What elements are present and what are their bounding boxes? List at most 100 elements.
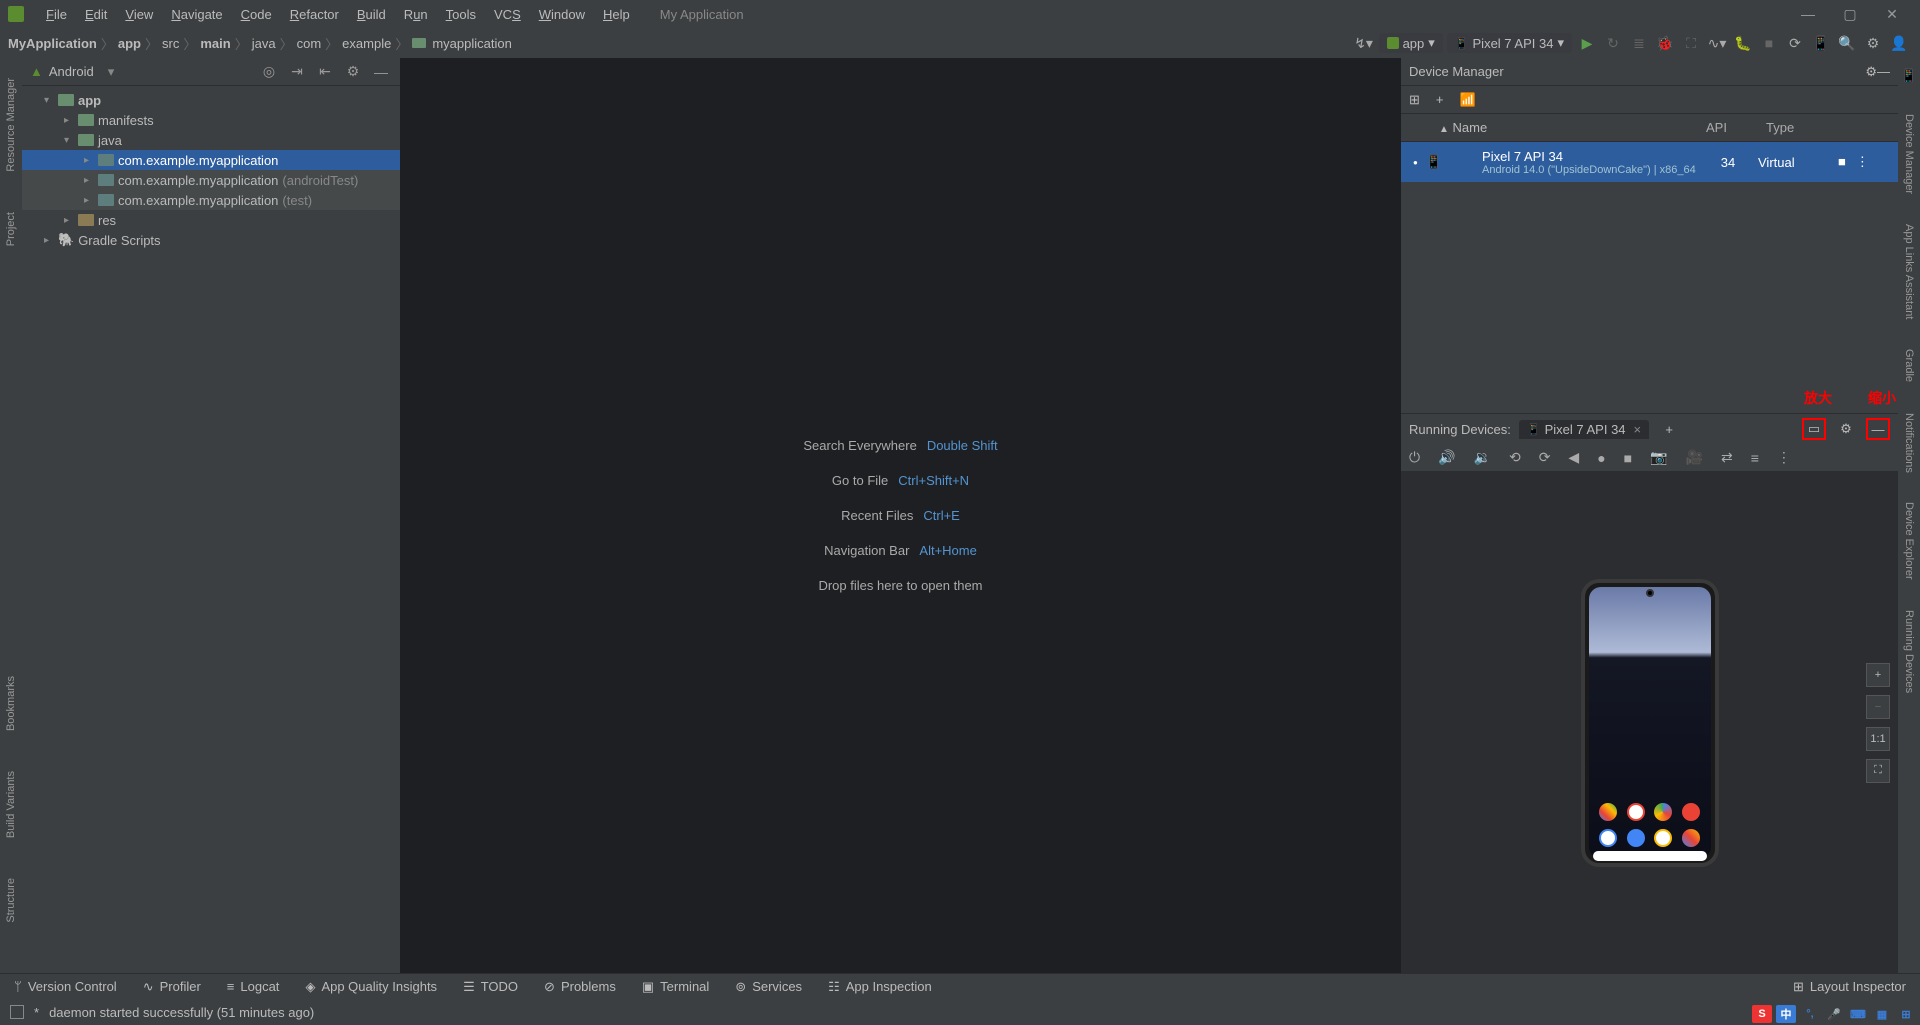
tray-grid-icon[interactable]: ▦ xyxy=(1872,1005,1892,1023)
tool-problems[interactable]: ⊘Problems xyxy=(544,979,616,995)
gutter-gradle[interactable]: Gradle xyxy=(1903,349,1915,382)
record-icon[interactable]: 🎥 xyxy=(1686,449,1703,466)
breadcrumb-item[interactable]: main xyxy=(200,36,230,51)
tray-ime-icon[interactable]: S xyxy=(1752,1005,1772,1023)
profile-icon[interactable]: ∿▾ xyxy=(1704,30,1730,56)
run-config-device[interactable]: 📱 Pixel 7 API 34 ▾ xyxy=(1447,33,1572,53)
menu-run[interactable]: Run xyxy=(396,5,436,24)
col-api[interactable]: API xyxy=(1698,120,1758,135)
tool-layout-inspector[interactable]: ⊞Layout Inspector xyxy=(1793,979,1906,995)
search-icon[interactable]: 🔍 xyxy=(1834,30,1860,56)
app-icon[interactable] xyxy=(1654,829,1672,847)
stop-device-icon[interactable]: ■ xyxy=(1838,154,1846,170)
gutter-icon[interactable]: 📱 xyxy=(1901,68,1917,84)
locate-icon[interactable]: ◎ xyxy=(258,63,280,80)
gutter-bookmarks[interactable]: Bookmarks xyxy=(5,676,17,731)
tree-app[interactable]: ▾app xyxy=(22,90,400,110)
hide-panel-icon[interactable]: — xyxy=(1877,64,1890,79)
gutter-device-explorer[interactable]: Device Explorer xyxy=(1903,502,1915,580)
hide-panel-icon[interactable]: — xyxy=(370,64,392,80)
tree-gradle[interactable]: ▸🐘Gradle Scripts xyxy=(22,230,400,250)
tray-lang-icon[interactable]: 中 xyxy=(1776,1005,1796,1023)
breadcrumb-item[interactable]: com xyxy=(297,36,322,51)
stop-icon[interactable]: ■ xyxy=(1756,30,1782,56)
gutter-structure[interactable]: Structure xyxy=(5,878,17,923)
device-row[interactable]: ● 📱 Pixel 7 API 34 Android 14.0 ("Upside… xyxy=(1401,142,1898,182)
settings-icon[interactable]: ⚙ xyxy=(1860,30,1886,56)
collapse-icon[interactable]: ⇥ xyxy=(286,63,308,80)
home-icon[interactable]: ● xyxy=(1597,450,1605,466)
tray-menu-icon[interactable]: ⊞ xyxy=(1896,1005,1916,1023)
tool-app-quality[interactable]: ◈App Quality Insights xyxy=(305,979,437,995)
tray-keyboard-icon[interactable]: ⌨ xyxy=(1848,1005,1868,1023)
gear-icon[interactable]: ⚙ xyxy=(1865,64,1877,80)
breadcrumb-item[interactable]: java xyxy=(252,36,276,51)
menu-edit[interactable]: Edit xyxy=(77,5,115,24)
run-button[interactable]: ▶ xyxy=(1574,30,1600,56)
gutter-build-variants[interactable]: Build Variants xyxy=(5,771,17,838)
volume-down-icon[interactable]: 🔉 xyxy=(1474,449,1491,466)
menu-navigate[interactable]: Navigate xyxy=(163,5,230,24)
gear-icon[interactable]: ⚙ xyxy=(342,63,364,80)
debug-icon[interactable]: 🐞 xyxy=(1652,30,1678,56)
snapshot-icon[interactable]: ≡ xyxy=(1751,450,1759,466)
step-icon[interactable]: ≣ xyxy=(1626,30,1652,56)
tool-app-inspection[interactable]: ☷App Inspection xyxy=(828,979,932,995)
app-icon[interactable] xyxy=(1627,803,1645,821)
zoom-fit-button[interactable]: ⛶ xyxy=(1866,759,1890,783)
zoom-reset-button[interactable]: 1:1 xyxy=(1866,727,1890,751)
gutter-running-devices[interactable]: Running Devices xyxy=(1903,610,1915,693)
project-view-selector[interactable]: Android xyxy=(49,64,94,79)
fold-icon[interactable]: ⇄ xyxy=(1721,449,1733,466)
pair-device-icon[interactable]: ⊞ xyxy=(1409,92,1420,108)
zoom-in-button[interactable]: + xyxy=(1866,663,1890,687)
tool-terminal[interactable]: ▣Terminal xyxy=(642,979,709,995)
back-icon[interactable]: ◀ xyxy=(1568,449,1579,466)
breadcrumb-item[interactable]: myapplication xyxy=(432,36,512,51)
tree-manifests[interactable]: ▸manifests xyxy=(22,110,400,130)
maximize-window-icon[interactable]: ▢ xyxy=(1830,6,1870,23)
run-config-app[interactable]: app ▾ xyxy=(1379,33,1443,53)
col-type[interactable]: Type xyxy=(1758,120,1838,135)
device-icon[interactable]: 📱 xyxy=(1808,30,1834,56)
add-device-icon[interactable]: + xyxy=(1436,92,1444,107)
window-mode-icon[interactable]: ▭ xyxy=(1802,418,1826,440)
menu-code[interactable]: Code xyxy=(233,5,280,24)
tray-punct-icon[interactable]: °, xyxy=(1800,1005,1820,1023)
screenshot-icon[interactable]: 📷 xyxy=(1650,449,1667,466)
breadcrumb-item[interactable]: src xyxy=(162,36,179,51)
gutter-notifications[interactable]: Notifications xyxy=(1903,413,1915,473)
gutter-app-links[interactable]: App Links Assistant xyxy=(1903,224,1915,319)
more-icon[interactable]: ⋮ xyxy=(1777,449,1791,466)
breadcrumb-item[interactable]: example xyxy=(342,36,391,51)
avd-icon[interactable]: ⟳ xyxy=(1782,30,1808,56)
tool-version-control[interactable]: ᛘVersion Control xyxy=(14,979,117,994)
app-icon[interactable] xyxy=(1654,803,1672,821)
tree-res[interactable]: ▸res xyxy=(22,210,400,230)
overview-icon[interactable]: ■ xyxy=(1624,450,1632,466)
sync-icon[interactable]: ↯▾ xyxy=(1351,30,1377,56)
menu-file[interactable]: File xyxy=(38,5,75,24)
tool-todo[interactable]: ☰TODO xyxy=(463,979,518,995)
breadcrumb-item[interactable]: MyApplication xyxy=(8,36,97,51)
gutter-resource-manager[interactable]: Resource Manager xyxy=(5,78,17,172)
expand-icon[interactable]: ⇤ xyxy=(314,63,336,80)
gutter-project[interactable]: Project xyxy=(5,212,17,246)
gutter-device-manager[interactable]: Device Manager xyxy=(1903,114,1915,194)
close-tab-icon[interactable]: × xyxy=(1634,422,1642,437)
rerun-icon[interactable]: ↻ xyxy=(1600,30,1626,56)
menu-vcs[interactable]: VCS xyxy=(486,5,529,24)
rotate-right-icon[interactable]: ⟳ xyxy=(1539,449,1551,466)
emulator-view[interactable]: + − 1:1 ⛶ xyxy=(1401,472,1898,973)
app-icon[interactable] xyxy=(1599,803,1617,821)
close-window-icon[interactable]: ✕ xyxy=(1872,6,1912,23)
phone-searchbar[interactable] xyxy=(1593,851,1707,861)
tree-pkg-androidtest[interactable]: ▸com.example.myapplication(androidTest) xyxy=(22,170,400,190)
wifi-icon[interactable]: 📶 xyxy=(1460,92,1476,108)
volume-up-icon[interactable]: 🔊 xyxy=(1438,449,1455,466)
power-icon[interactable]: ⏻ xyxy=(1409,449,1420,466)
menu-window[interactable]: Window xyxy=(531,5,593,24)
add-tab-icon[interactable]: + xyxy=(1657,418,1681,440)
menu-help[interactable]: Help xyxy=(595,5,638,24)
chevron-down-icon[interactable]: ▾ xyxy=(108,64,115,80)
